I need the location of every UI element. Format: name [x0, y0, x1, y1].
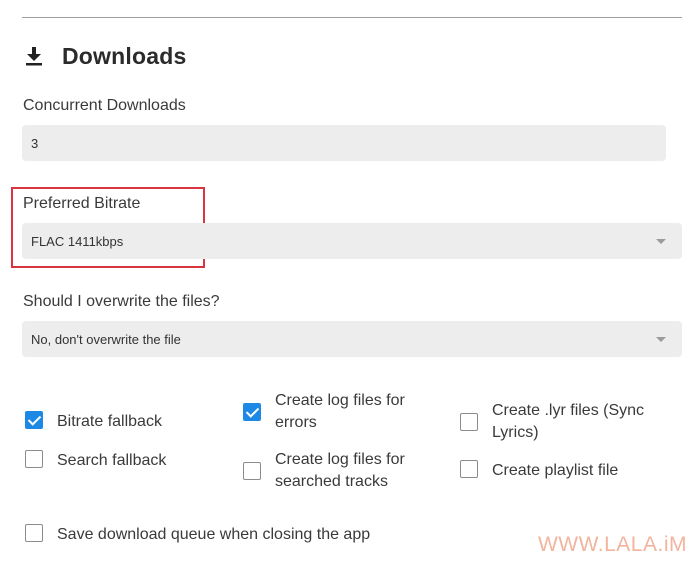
- log-searched-checkbox[interactable]: [243, 462, 261, 480]
- preferred-bitrate-select[interactable]: FLAC 1411kbps: [22, 223, 682, 259]
- bitrate-fallback-label: Bitrate fallback: [57, 413, 162, 430]
- lyr-files-label: Create .lyr files (Sync Lyrics): [492, 402, 645, 441]
- search-fallback-label: Search fallback: [57, 452, 167, 469]
- bitrate-fallback-option[interactable]: Bitrate fallback: [25, 411, 162, 433]
- concurrent-downloads-input[interactable]: [22, 125, 666, 161]
- log-errors-checkbox[interactable]: [243, 403, 261, 421]
- download-icon: [24, 45, 44, 67]
- log-searched-label: Create log files for searched tracks: [275, 451, 405, 490]
- search-fallback-checkbox[interactable]: [25, 450, 43, 468]
- lyr-files-checkbox[interactable]: [460, 413, 478, 431]
- log-errors-option[interactable]: Create log files for errors: [243, 390, 423, 434]
- overwrite-value: No, don't overwrite the file: [31, 331, 181, 347]
- overwrite-select[interactable]: No, don't overwrite the file: [22, 321, 682, 357]
- save-queue-label: Save download queue when closing the app: [57, 526, 371, 543]
- section-divider: [22, 17, 682, 18]
- section-header: Downloads: [24, 40, 186, 72]
- bitrate-fallback-checkbox[interactable]: [25, 411, 43, 429]
- lyr-files-option[interactable]: Create .lyr files (Sync Lyrics): [460, 400, 660, 444]
- log-errors-label: Create log files for errors: [275, 392, 405, 431]
- chevron-down-icon: [656, 238, 666, 244]
- save-queue-option[interactable]: Save download queue when closing the app: [25, 524, 370, 546]
- save-queue-checkbox[interactable]: [25, 524, 43, 542]
- preferred-bitrate-label: Preferred Bitrate: [23, 195, 141, 212]
- playlist-file-checkbox[interactable]: [460, 460, 478, 478]
- watermark: WWW.LALA.iM: [537, 533, 687, 556]
- playlist-file-option[interactable]: Create playlist file: [460, 460, 618, 482]
- preferred-bitrate-value: FLAC 1411kbps: [31, 233, 124, 249]
- overwrite-label: Should I overwrite the files?: [23, 293, 220, 310]
- playlist-file-label: Create playlist file: [492, 462, 619, 479]
- search-fallback-option[interactable]: Search fallback: [25, 450, 166, 472]
- chevron-down-icon: [656, 336, 666, 342]
- log-searched-option[interactable]: Create log files for searched tracks: [243, 449, 423, 493]
- section-title: Downloads: [62, 42, 187, 69]
- concurrent-downloads-label: Concurrent Downloads: [23, 97, 186, 114]
